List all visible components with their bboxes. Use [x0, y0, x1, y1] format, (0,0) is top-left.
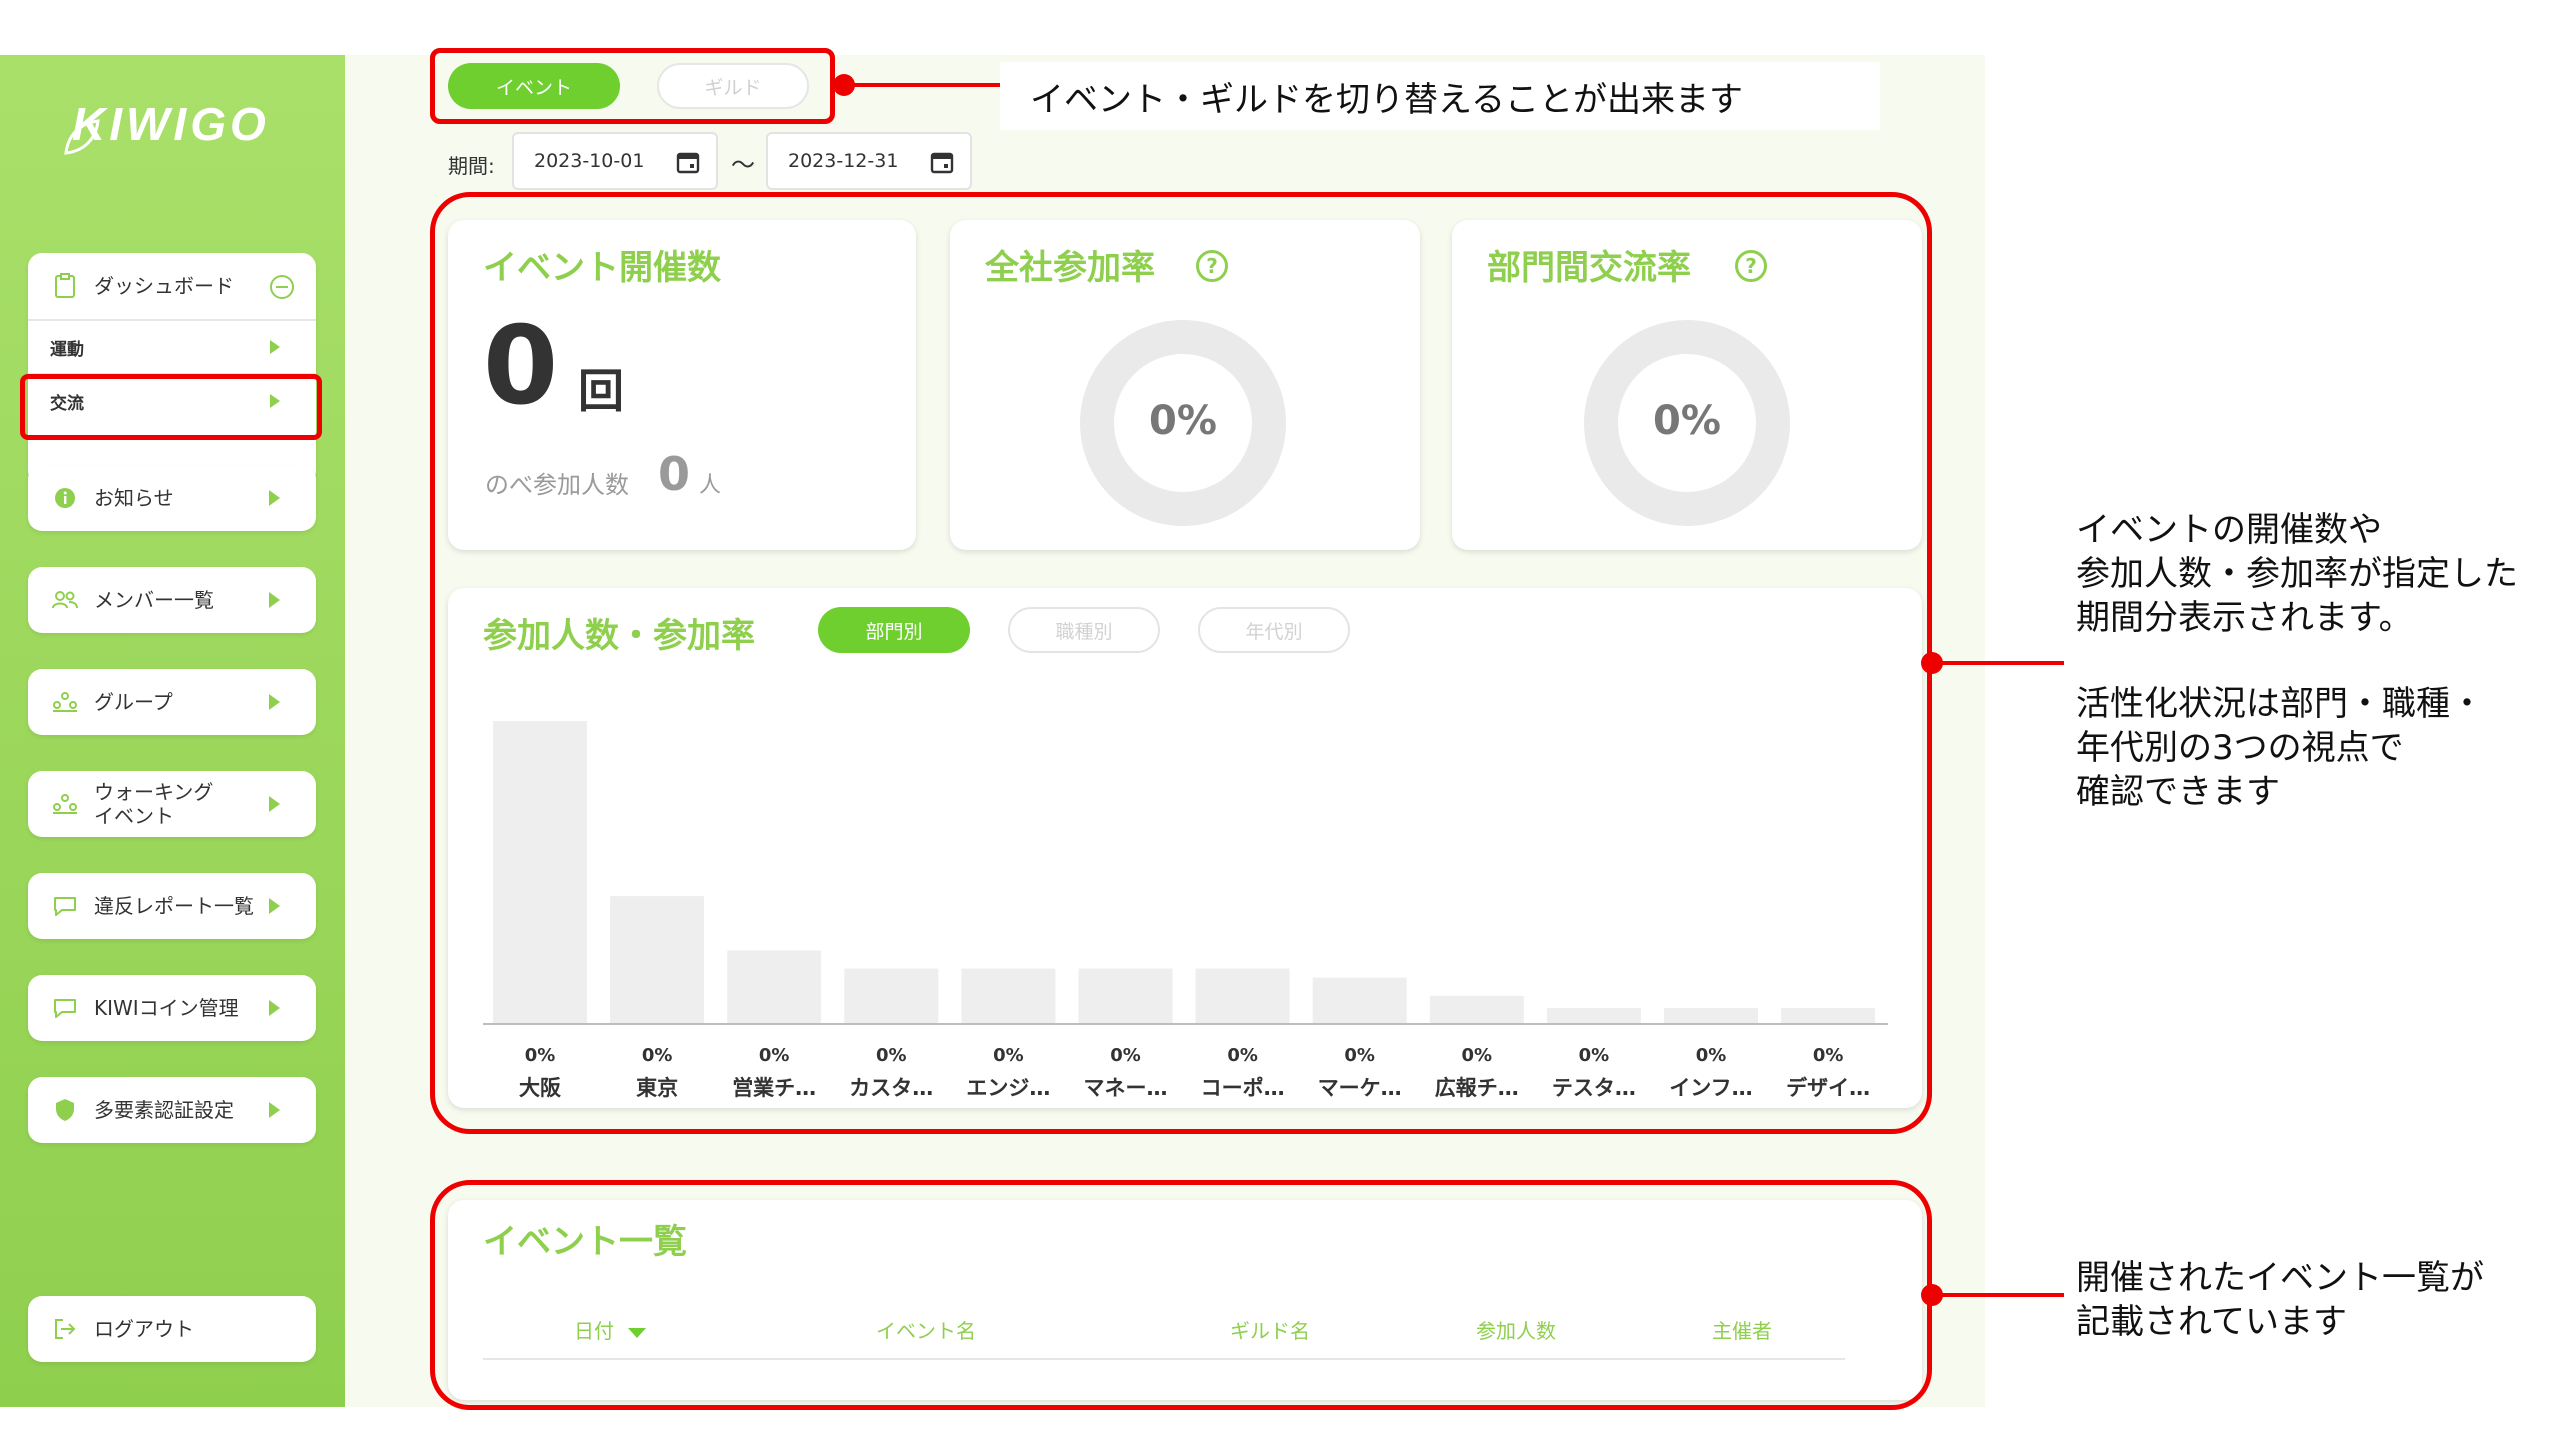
nav-kiwi-coin-label: KIWIコイン管理	[94, 996, 239, 1020]
members-icon	[50, 590, 80, 610]
annotation-box-tabs	[430, 48, 835, 124]
chevron-right-icon	[270, 340, 280, 354]
nav-members[interactable]: メンバー一覧	[28, 567, 316, 633]
annotation-box-exchange	[20, 374, 322, 440]
logout-icon	[50, 1318, 80, 1340]
chevron-right-icon	[269, 490, 280, 506]
annotation-tabs-note: イベント・ギルドを切り替えることが出来ます	[1000, 62, 1880, 130]
annotation-line	[844, 83, 1014, 87]
period-label: 期間:	[448, 154, 495, 178]
start-date-value: 2023-10-01	[534, 150, 645, 172]
logo[interactable]: KIWIGO	[72, 97, 270, 151]
nav-news-label: お知らせ	[94, 486, 174, 510]
nav-dashboard[interactable]: ダッシュボード	[28, 253, 316, 319]
chevron-right-icon	[269, 1000, 280, 1016]
annotation-list-note: 開催されたイベント一覧が 記載されています	[2076, 1258, 2484, 1342]
end-date-input[interactable]: 2023-12-31	[766, 132, 972, 190]
nav-members-label: メンバー一覧	[94, 588, 214, 612]
chat-bubble-icon	[50, 895, 80, 917]
nav-mfa-settings-label: 多要素認証設定	[94, 1098, 234, 1122]
chevron-right-icon	[269, 694, 280, 710]
nav-violation-reports[interactable]: 違反レポート一覧	[28, 873, 316, 939]
chevron-right-icon	[269, 592, 280, 608]
nav-mfa-settings[interactable]: 多要素認証設定	[28, 1077, 316, 1143]
annotation-box-event-list	[430, 1180, 1932, 1410]
start-date-input[interactable]: 2023-10-01	[512, 132, 718, 190]
nav-group-label: グループ	[94, 690, 173, 714]
chevron-right-icon	[269, 898, 280, 914]
nav-news[interactable]: お知らせ	[28, 465, 316, 531]
nav-walking-event-label: ウォーキング イベント	[94, 780, 214, 828]
period-separator: 〜	[731, 151, 755, 179]
logout-label: ログアウト	[94, 1317, 194, 1341]
sidebar: KIWIGO ダッシュボード 運動 交流 お知らせ メンバー一覧 グループ ウォ…	[0, 55, 345, 1407]
dashboard-icon	[50, 273, 80, 299]
logout-button[interactable]: ログアウト	[28, 1296, 316, 1362]
info-icon	[50, 487, 80, 509]
chevron-right-icon	[269, 796, 280, 812]
nav-group[interactable]: グループ	[28, 669, 316, 735]
nav-sub-exercise-label: 運動	[50, 339, 84, 360]
nav-walking-event[interactable]: ウォーキング イベント	[28, 771, 316, 837]
end-date-value: 2023-12-31	[788, 150, 899, 172]
nav-kiwi-coin[interactable]: KIWIコイン管理	[28, 975, 316, 1041]
annotation-box-stats	[430, 192, 1932, 1134]
annotation-stats-note-2: 活性化状況は部門・職種・ 年代別の3つの視点で 確認できます	[2076, 684, 2484, 812]
shield-icon	[50, 1098, 80, 1122]
calendar-icon[interactable]	[676, 150, 700, 174]
nav-sub-exercise[interactable]: 運動	[28, 319, 316, 373]
walking-event-icon	[50, 794, 80, 814]
chat-bubble-icon	[50, 997, 80, 1019]
group-icon	[50, 692, 80, 712]
collapse-icon[interactable]	[270, 275, 294, 299]
chevron-right-icon	[269, 1102, 280, 1118]
annotation-stats-note-1: イベントの開催数や 参加人数・参加率が指定した 期間分表示されます。	[2076, 510, 2518, 638]
annotation-line	[1932, 661, 2064, 665]
calendar-icon[interactable]	[930, 150, 954, 174]
nav-dashboard-group: ダッシュボード 運動 交流	[28, 253, 316, 485]
nav-violation-reports-label: 違反レポート一覧	[94, 894, 254, 918]
annotation-line	[1932, 1293, 2064, 1297]
